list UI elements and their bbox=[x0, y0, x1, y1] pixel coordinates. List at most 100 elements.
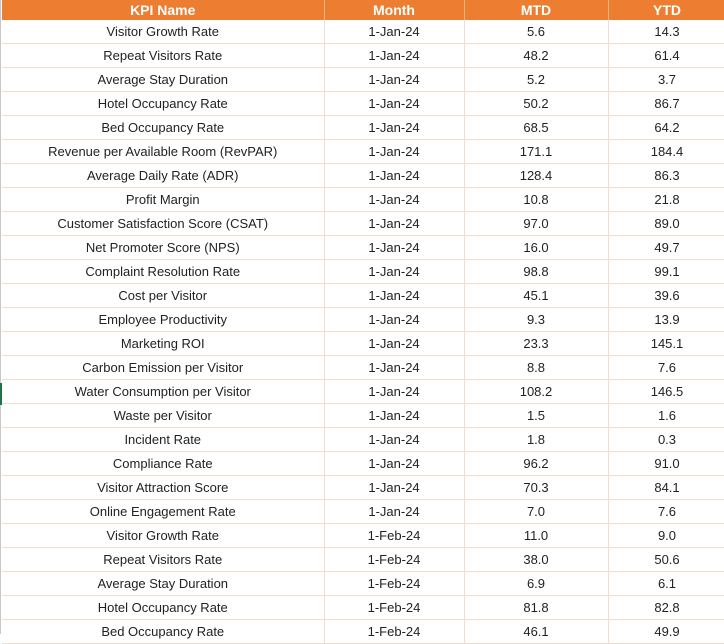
cell-month[interactable]: 1-Jan-24 bbox=[324, 20, 465, 44]
cell-month[interactable]: 1-Jan-24 bbox=[324, 475, 465, 500]
cell-ytd[interactable]: 145.1 bbox=[608, 331, 724, 356]
cell-ytd[interactable]: 14.3 bbox=[608, 20, 724, 44]
cell-kpi-name[interactable]: Visitor Growth Rate bbox=[2, 20, 325, 44]
cell-month[interactable]: 1-Jan-24 bbox=[324, 235, 465, 260]
cell-ytd[interactable]: 86.3 bbox=[608, 163, 724, 188]
cell-month[interactable]: 1-Feb-24 bbox=[324, 547, 465, 572]
cell-ytd[interactable]: 7.6 bbox=[608, 355, 724, 380]
cell-mtd[interactable]: 8.8 bbox=[464, 355, 609, 380]
cell-kpi-name[interactable]: Average Stay Duration bbox=[2, 571, 325, 596]
cell-ytd[interactable]: 49.9 bbox=[608, 619, 724, 644]
cell-mtd[interactable]: 171.1 bbox=[464, 139, 609, 164]
cell-mtd[interactable]: 81.8 bbox=[464, 595, 609, 620]
cell-kpi-name[interactable]: Cost per Visitor bbox=[2, 283, 325, 308]
cell-mtd[interactable]: 1.8 bbox=[464, 427, 609, 452]
cell-month[interactable]: 1-Jan-24 bbox=[324, 379, 465, 404]
cell-kpi-name[interactable]: Average Daily Rate (ADR) bbox=[2, 163, 325, 188]
cell-kpi-name[interactable]: Repeat Visitors Rate bbox=[2, 547, 325, 572]
cell-month[interactable]: 1-Jan-24 bbox=[324, 43, 465, 68]
cell-ytd[interactable]: 49.7 bbox=[608, 235, 724, 260]
cell-ytd[interactable]: 21.8 bbox=[608, 187, 724, 212]
cell-mtd[interactable]: 1.5 bbox=[464, 403, 609, 428]
cell-ytd[interactable]: 39.6 bbox=[608, 283, 724, 308]
cell-month[interactable]: 1-Jan-24 bbox=[324, 163, 465, 188]
cell-kpi-name[interactable]: Compliance Rate bbox=[2, 451, 325, 476]
cell-mtd[interactable]: 45.1 bbox=[464, 283, 609, 308]
cell-ytd[interactable]: 184.4 bbox=[608, 139, 724, 164]
cell-mtd[interactable]: 46.1 bbox=[464, 619, 609, 644]
cell-ytd[interactable]: 99.1 bbox=[608, 259, 724, 284]
cell-kpi-name[interactable]: Net Promoter Score (NPS) bbox=[2, 235, 325, 260]
cell-mtd[interactable]: 5.2 bbox=[464, 67, 609, 92]
cell-ytd[interactable]: 13.9 bbox=[608, 307, 724, 332]
cell-mtd[interactable]: 7.0 bbox=[464, 499, 609, 524]
cell-mtd[interactable]: 98.8 bbox=[464, 259, 609, 284]
cell-ytd[interactable]: 7.6 bbox=[608, 499, 724, 524]
cell-month[interactable]: 1-Jan-24 bbox=[324, 283, 465, 308]
cell-mtd[interactable]: 48.2 bbox=[464, 43, 609, 68]
cell-month[interactable]: 1-Jan-24 bbox=[324, 427, 465, 452]
cell-mtd[interactable]: 96.2 bbox=[464, 451, 609, 476]
cell-kpi-name[interactable]: Water Consumption per Visitor bbox=[2, 379, 325, 404]
cell-ytd[interactable]: 0.3 bbox=[608, 427, 724, 452]
cell-month[interactable]: 1-Jan-24 bbox=[324, 187, 465, 212]
cell-month[interactable]: 1-Jan-24 bbox=[324, 331, 465, 356]
cell-ytd[interactable]: 50.6 bbox=[608, 547, 724, 572]
cell-mtd[interactable]: 70.3 bbox=[464, 475, 609, 500]
cell-ytd[interactable]: 146.5 bbox=[608, 379, 724, 404]
cell-mtd[interactable]: 10.8 bbox=[464, 187, 609, 212]
cell-mtd[interactable]: 11.0 bbox=[464, 523, 609, 548]
cell-month[interactable]: 1-Feb-24 bbox=[324, 571, 465, 596]
cell-kpi-name[interactable]: Bed Occupancy Rate bbox=[2, 115, 325, 140]
cell-kpi-name[interactable]: Employee Productivity bbox=[2, 307, 325, 332]
cell-month[interactable]: 1-Jan-24 bbox=[324, 403, 465, 428]
cell-month[interactable]: 1-Jan-24 bbox=[324, 307, 465, 332]
cell-kpi-name[interactable]: Repeat Visitors Rate bbox=[2, 43, 325, 68]
cell-kpi-name[interactable]: Online Engagement Rate bbox=[2, 499, 325, 524]
cell-kpi-name[interactable]: Customer Satisfaction Score (CSAT) bbox=[2, 211, 325, 236]
header-kpi-name[interactable]: KPI Name bbox=[2, 0, 325, 20]
cell-month[interactable]: 1-Jan-24 bbox=[324, 67, 465, 92]
cell-mtd[interactable]: 6.9 bbox=[464, 571, 609, 596]
header-month[interactable]: Month bbox=[324, 0, 465, 20]
cell-kpi-name[interactable]: Hotel Occupancy Rate bbox=[2, 91, 325, 116]
cell-kpi-name[interactable]: Complaint Resolution Rate bbox=[2, 259, 325, 284]
cell-kpi-name[interactable]: Incident Rate bbox=[2, 427, 325, 452]
cell-mtd[interactable]: 50.2 bbox=[464, 91, 609, 116]
cell-kpi-name[interactable]: Bed Occupancy Rate bbox=[2, 619, 325, 644]
cell-mtd[interactable]: 16.0 bbox=[464, 235, 609, 260]
cell-month[interactable]: 1-Feb-24 bbox=[324, 595, 465, 620]
cell-month[interactable]: 1-Jan-24 bbox=[324, 259, 465, 284]
cell-kpi-name[interactable]: Profit Margin bbox=[2, 187, 325, 212]
cell-month[interactable]: 1-Jan-24 bbox=[324, 451, 465, 476]
cell-kpi-name[interactable]: Visitor Growth Rate bbox=[2, 523, 325, 548]
cell-mtd[interactable]: 5.6 bbox=[464, 20, 609, 44]
cell-kpi-name[interactable]: Carbon Emission per Visitor bbox=[2, 355, 325, 380]
cell-ytd[interactable]: 1.6 bbox=[608, 403, 724, 428]
cell-ytd[interactable]: 91.0 bbox=[608, 451, 724, 476]
cell-mtd[interactable]: 97.0 bbox=[464, 211, 609, 236]
cell-mtd[interactable]: 38.0 bbox=[464, 547, 609, 572]
cell-kpi-name[interactable]: Hotel Occupancy Rate bbox=[2, 595, 325, 620]
cell-kpi-name[interactable]: Marketing ROI bbox=[2, 331, 325, 356]
cell-month[interactable]: 1-Jan-24 bbox=[324, 91, 465, 116]
cell-month[interactable]: 1-Jan-24 bbox=[324, 115, 465, 140]
cell-month[interactable]: 1-Feb-24 bbox=[324, 523, 465, 548]
cell-mtd[interactable]: 68.5 bbox=[464, 115, 609, 140]
cell-ytd[interactable]: 86.7 bbox=[608, 91, 724, 116]
cell-ytd[interactable]: 61.4 bbox=[608, 43, 724, 68]
header-ytd[interactable]: YTD bbox=[608, 0, 724, 20]
cell-mtd[interactable]: 108.2 bbox=[464, 379, 609, 404]
cell-month[interactable]: 1-Jan-24 bbox=[324, 139, 465, 164]
cell-ytd[interactable]: 89.0 bbox=[608, 211, 724, 236]
cell-month[interactable]: 1-Jan-24 bbox=[324, 355, 465, 380]
cell-ytd[interactable]: 9.0 bbox=[608, 523, 724, 548]
cell-mtd[interactable]: 9.3 bbox=[464, 307, 609, 332]
cell-month[interactable]: 1-Feb-24 bbox=[324, 619, 465, 644]
cell-ytd[interactable]: 3.7 bbox=[608, 67, 724, 92]
cell-kpi-name[interactable]: Waste per Visitor bbox=[2, 403, 325, 428]
cell-ytd[interactable]: 64.2 bbox=[608, 115, 724, 140]
cell-kpi-name[interactable]: Visitor Attraction Score bbox=[2, 475, 325, 500]
cell-month[interactable]: 1-Jan-24 bbox=[324, 211, 465, 236]
cell-ytd[interactable]: 6.1 bbox=[608, 571, 724, 596]
